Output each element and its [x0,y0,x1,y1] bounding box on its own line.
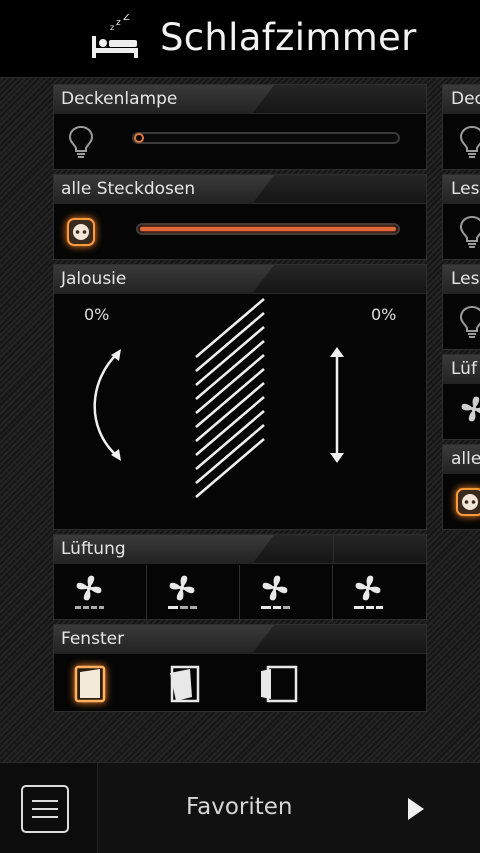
panel-header: Dec [443,85,480,114]
svg-text:Z: Z [123,14,130,23]
sleeping-bed-icon: z z Z [92,14,138,58]
panel-title: alle Steckdosen [61,179,196,199]
header: z z Z Schlafzimmer [0,0,480,78]
fan-icon [261,575,290,609]
fan-speed-button[interactable] [147,565,240,623]
side-panel-1[interactable]: Dec [442,84,480,170]
svg-text:z: z [116,18,121,28]
light-bulb-icon[interactable] [68,125,94,159]
panel-header: alle Steckdosen [54,175,426,204]
panel-title: Fenster [61,629,125,649]
panel-title: Dec [451,89,480,109]
light-bulb-icon [459,305,480,338]
panel-lueftung: Lüftung [53,534,427,623]
menu-zone [0,763,98,853]
favorites-label[interactable]: Favoriten [186,794,293,820]
panel-header: Lüf [443,355,480,384]
panel-fenster: Fenster [53,624,427,712]
light-bulb-icon [459,125,480,158]
panel-header: Lüftung [54,535,426,564]
hamburger-menu-icon[interactable] [21,785,69,833]
footer-bar: Favoriten [0,762,480,853]
panel-title: Les [451,179,480,199]
panel-title: Jalousie [61,269,127,289]
dimmer-slider[interactable] [132,132,400,144]
window-closed-icon[interactable] [74,665,106,703]
slat-angle-value: 0% [84,305,110,324]
page-title: Schlafzimmer [160,16,417,59]
panel-header: alle [443,445,480,474]
side-panel-2[interactable]: Les [442,174,480,260]
fan-speed-button[interactable] [240,565,333,623]
fan-icon [354,575,383,609]
panel-header: Fenster [54,625,426,654]
side-panel-3[interactable]: Les [442,264,480,350]
panel-title: alle [451,449,480,469]
panel-title: Deckenlampe [61,89,178,109]
play-arrow-icon [408,798,424,820]
vertical-double-arrow-icon[interactable] [326,347,348,463]
panel-title: Lüftung [61,539,126,559]
panel-title: Les [451,269,480,289]
fan-speed-button[interactable] [333,565,426,623]
panel-header: Les [443,175,480,204]
panel-deckenlampe: Deckenlampe [53,84,427,170]
power-socket-icon[interactable] [66,217,96,247]
blind-position-value: 0% [371,305,397,324]
side-panel-4[interactable]: Lüf [442,354,480,440]
fan-speed-button[interactable] [54,565,147,623]
tilt-arc-arrow-icon[interactable] [84,347,128,463]
side-panel-5[interactable]: alle [442,444,480,530]
fan-icon [168,575,197,609]
blinds-slats-icon[interactable] [192,297,272,503]
panel-header: Deckenlampe [54,85,426,114]
next-page-button[interactable] [382,763,480,853]
socket-slider[interactable] [136,223,400,235]
panel-title: Lüf [451,359,477,379]
panel-header: Jalousie [54,265,426,294]
window-tilted-icon[interactable] [168,665,202,703]
power-socket-icon [455,487,480,517]
svg-text:z: z [110,23,114,32]
slider-fill [140,227,396,231]
panel-steckdosen: alle Steckdosen [53,174,427,260]
slider-handle[interactable] [134,133,144,143]
window-open-icon[interactable] [260,665,298,703]
fan-icon [461,396,480,422]
panel-header: Les [443,265,480,294]
fan-icon [75,575,104,609]
panel-jalousie: Jalousie 0% 0% [53,264,427,530]
light-bulb-icon [459,215,480,248]
